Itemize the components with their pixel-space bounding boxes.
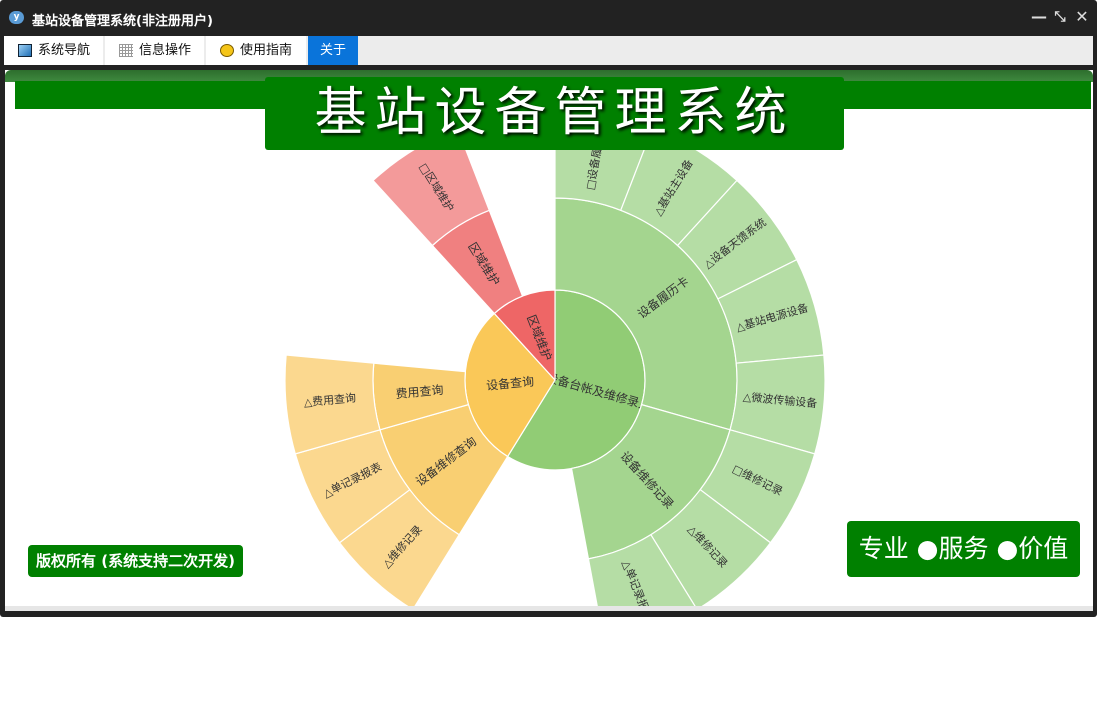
tab-label: 使用指南: [240, 43, 293, 58]
tab-user-guide[interactable]: 使用指南: [206, 36, 306, 65]
restore-button[interactable]: ⤡: [1051, 8, 1069, 26]
app-window: y 基站设备管理系统(非注册用户) — ⤡ ✕ 系统导航 信息操作 使用指南 关…: [0, 0, 1097, 617]
monitor-icon: [18, 44, 32, 57]
tab-label: 关于: [319, 43, 346, 58]
app-logo-icon: y: [9, 11, 24, 24]
tab-info-ops[interactable]: 信息操作: [105, 36, 204, 65]
bottom-divider: [5, 606, 1093, 611]
content-panel: 设备台帐及维修录入 设备履历卡 □设备履历卡 △基站主设备 △设备天馈系统 △基站电源设备…: [5, 70, 1093, 611]
motto-badge: 专业 ●服务 ●价值: [847, 521, 1080, 577]
minimize-button[interactable]: —: [1030, 8, 1048, 26]
close-button[interactable]: ✕: [1073, 8, 1091, 26]
help-icon: [220, 44, 234, 57]
tab-label: 系统导航: [38, 43, 91, 58]
copyright-badge: 版权所有 (系统支持二次开发): [28, 545, 243, 577]
grid-icon: [119, 44, 133, 57]
tab-about[interactable]: 关于: [308, 36, 358, 65]
tab-system-nav[interactable]: 系统导航: [4, 36, 103, 65]
window-title: 基站设备管理系统(非注册用户): [32, 14, 213, 29]
tab-bar: 系统导航 信息操作 使用指南 关于: [4, 36, 1093, 65]
title-bar[interactable]: y 基站设备管理系统(非注册用户) — ⤡ ✕: [0, 0, 1097, 36]
tab-label: 信息操作: [139, 43, 192, 58]
page-title: 基站设备管理系统: [265, 77, 844, 150]
